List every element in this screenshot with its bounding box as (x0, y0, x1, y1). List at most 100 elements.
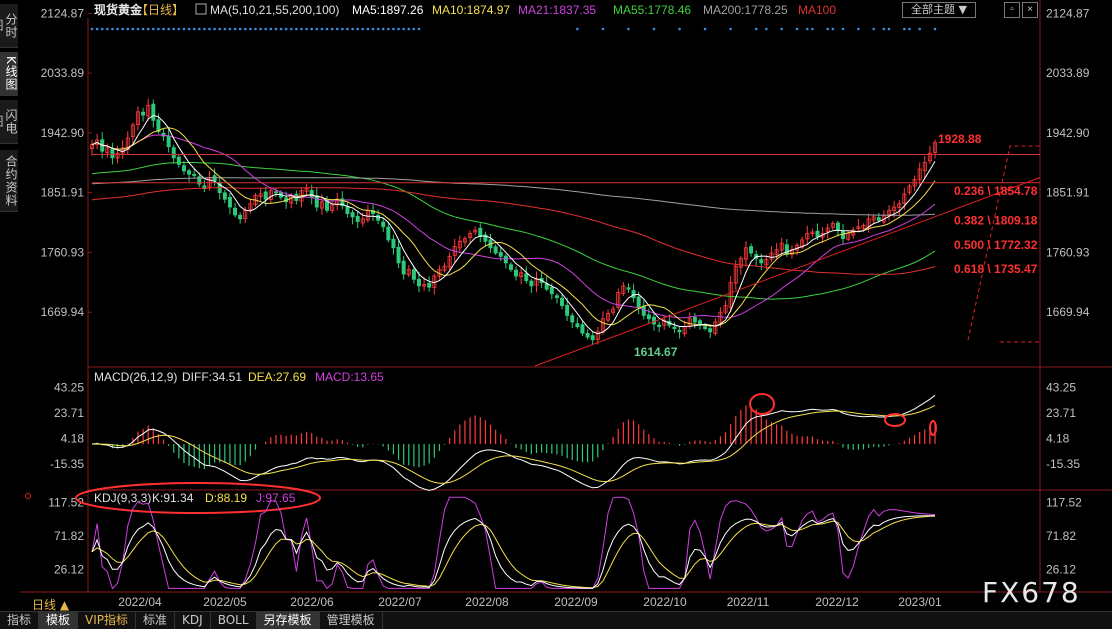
close-button[interactable]: × (1022, 2, 1038, 18)
theme-select-button[interactable]: 全部主题 ▼ (902, 2, 976, 18)
candle-body (784, 244, 789, 255)
restore-button[interactable]: ▫ (1004, 2, 1020, 18)
side-tab-flash[interactable]: 闪电图 (0, 100, 18, 144)
tab-kdj[interactable]: KDJ (175, 612, 211, 629)
candle-body (641, 305, 646, 316)
main-ytick-left: 1669.94 (41, 305, 85, 319)
kdj-ytick-left: 26.12 (54, 562, 84, 576)
side-tab-kline[interactable]: K线图 (0, 52, 18, 96)
tab-manage-template[interactable]: 管理模板 (320, 612, 383, 629)
signal-dot (187, 27, 191, 31)
signal-dot (601, 27, 605, 31)
kdj-ytick-left: 117.52 (48, 496, 84, 510)
main-ytick-left: 2124.87 (41, 6, 85, 20)
signal-dot (157, 27, 160, 31)
macd-ytick-right: 43.25 (1046, 380, 1076, 394)
signal-dot (402, 27, 405, 31)
signal-dot (289, 27, 293, 31)
signal-dot (325, 27, 329, 31)
macd-histogram-value: MACD:13.65 (315, 370, 384, 384)
signal-dot (90, 27, 94, 31)
candle-body (835, 222, 840, 231)
candle-body (411, 269, 416, 280)
fib-level-label: 0.236 \ 1854.78 (954, 184, 1038, 198)
ma100-value: MA100 (798, 3, 836, 17)
candle-body (273, 191, 278, 194)
signal-dot (652, 27, 656, 31)
candle-body (692, 317, 697, 323)
signal-dot (213, 27, 216, 31)
signal-dot (908, 27, 911, 31)
x-tick-label: 2022/12 (815, 595, 859, 609)
tab-boll[interactable]: BOLL (211, 612, 257, 629)
signal-dot (131, 27, 135, 31)
ma21-value: MA21:1837.35 (518, 3, 596, 17)
candle-body (580, 324, 585, 334)
tab-vip-indicator[interactable]: VIP指标 (78, 612, 137, 629)
watermark-logo: FX678 (982, 576, 1081, 609)
candle-body (703, 326, 708, 329)
bottom-tab-bar: 指标 模板 VIP指标 标准 KDJ BOLL 另存模板 管理模板 (0, 611, 1112, 629)
kdj-ytick-right: 26.12 (1046, 562, 1076, 576)
candle-body (657, 324, 662, 328)
main-ytick-right: 1851.91 (1046, 186, 1090, 200)
candle-body (416, 278, 421, 287)
signal-dot (346, 27, 349, 31)
candle-body (575, 323, 580, 328)
signal-dot (857, 27, 860, 31)
side-tab-timeshare[interactable]: 分时图 (0, 4, 18, 48)
signal-dot (121, 27, 124, 31)
signal-dot (780, 27, 784, 31)
high-price-label: 1928.88 (938, 132, 982, 146)
main-ytick-right: 2124.87 (1046, 6, 1090, 20)
signal-dot (126, 27, 130, 31)
tab-save-template[interactable]: 另存模板 (256, 612, 320, 629)
tab-indicator[interactable]: 指标 (0, 612, 40, 629)
candle-body (187, 170, 192, 175)
signal-dot (95, 27, 99, 31)
candle-body (631, 290, 636, 299)
fib-level-label: 0.382 \ 1809.18 (954, 214, 1038, 228)
kdj-k-value: K:91.34 (152, 491, 194, 505)
candle-body (498, 252, 503, 257)
x-tick-label: 2022/11 (727, 595, 770, 609)
tab-template[interactable]: 模板 (39, 612, 79, 629)
main-ytick-left: 1942.90 (41, 126, 85, 140)
side-tab-contract-info[interactable]: 合约资料 (0, 150, 18, 212)
header-period: 【日线】 (136, 3, 184, 17)
candle-body (876, 217, 881, 221)
signal-dot (397, 27, 400, 31)
candle-body (233, 207, 238, 216)
ma200-value: MA200:1778.25 (703, 3, 788, 17)
macd-dea-value: DEA:27.69 (248, 370, 306, 384)
candle-body (222, 192, 227, 200)
main-ytick-left: 1760.93 (41, 245, 85, 259)
signal-dot (678, 27, 681, 31)
signal-dot (192, 27, 196, 31)
signal-dot (116, 27, 119, 31)
signal-dot (376, 27, 380, 31)
signal-dot (811, 27, 814, 31)
candle-body (355, 215, 360, 222)
candle-body (110, 148, 115, 159)
macd-ytick-left: -15.35 (50, 457, 84, 471)
signal-dot (106, 27, 109, 31)
signal-dot (412, 27, 416, 31)
signal-dot (918, 27, 921, 31)
candle-body (514, 269, 519, 277)
chart-canvas[interactable]: 现货黄金【日线】 MA(5,10,21,55,200,100) MA5:1897.2… (0, 0, 1112, 628)
candle-body (570, 315, 575, 323)
signal-dot (805, 27, 809, 31)
candle-body (263, 191, 268, 200)
signal-dot (887, 27, 891, 31)
candle-body (815, 230, 820, 238)
signal-dot (197, 27, 201, 31)
candle-body (508, 264, 513, 270)
candle-body (677, 329, 682, 333)
fib-level-label: 0.618 \ 1735.47 (954, 262, 1038, 276)
signal-dot (305, 27, 308, 31)
theme-select-label: 全部主题 (911, 3, 956, 16)
candle-body (427, 282, 432, 288)
candle-body (166, 135, 171, 148)
tab-standard[interactable]: 标准 (136, 612, 176, 629)
